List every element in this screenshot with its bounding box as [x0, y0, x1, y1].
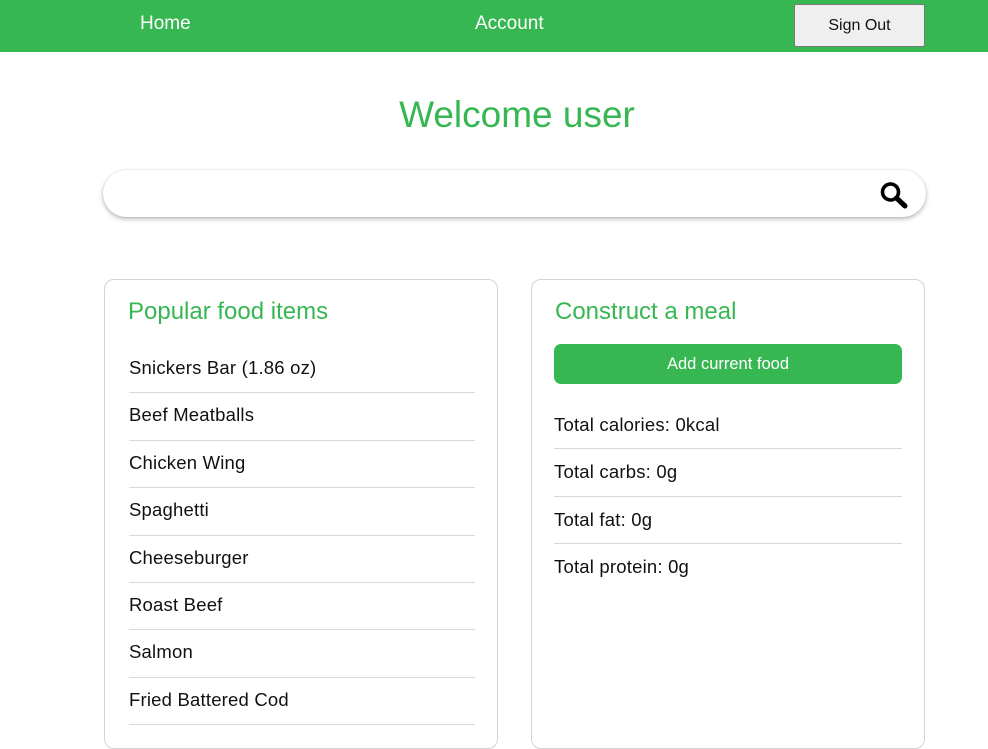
food-item[interactable]: Beef Meatballs: [129, 393, 475, 441]
popular-food-title: Popular food items: [128, 298, 329, 325]
food-item[interactable]: Chicken Wing: [129, 441, 475, 489]
total-calories: Total calories: 0kcal: [554, 402, 902, 450]
food-item[interactable]: Roast Beef: [129, 583, 475, 631]
construct-meal-card: Construct a meal Add current food Total …: [531, 279, 925, 749]
nav-home-link[interactable]: Home: [140, 13, 191, 35]
welcome-heading: Welcome user: [399, 94, 635, 135]
popular-food-list: Snickers Bar (1.86 oz) Beef Meatballs Ch…: [129, 346, 475, 726]
total-fat: Total fat: 0g: [554, 497, 902, 545]
food-item[interactable]: Spaghetti: [129, 488, 475, 536]
nav-account-link[interactable]: Account: [475, 13, 544, 35]
search-icon[interactable]: [878, 180, 910, 210]
popular-food-card: Popular food items Snickers Bar (1.86 oz…: [104, 279, 498, 749]
food-item[interactable]: Fried Battered Cod: [129, 678, 475, 726]
search-input[interactable]: [127, 178, 867, 209]
food-item[interactable]: Salmon: [129, 630, 475, 678]
add-current-food-button[interactable]: Add current food: [554, 344, 902, 384]
meal-totals-list: Total calories: 0kcal Total carbs: 0g To…: [554, 402, 902, 592]
total-protein: Total protein: 0g: [554, 556, 690, 578]
search-bar: [103, 170, 926, 217]
food-item[interactable]: Cheeseburger: [129, 536, 475, 583]
top-navbar: Home Account Sign Out: [0, 0, 988, 52]
food-item[interactable]: Snickers Bar (1.86 oz): [129, 346, 475, 394]
sign-out-button[interactable]: Sign Out: [794, 4, 925, 47]
total-carbs: Total carbs: 0g: [554, 449, 902, 497]
construct-meal-title: Construct a meal: [555, 298, 737, 325]
